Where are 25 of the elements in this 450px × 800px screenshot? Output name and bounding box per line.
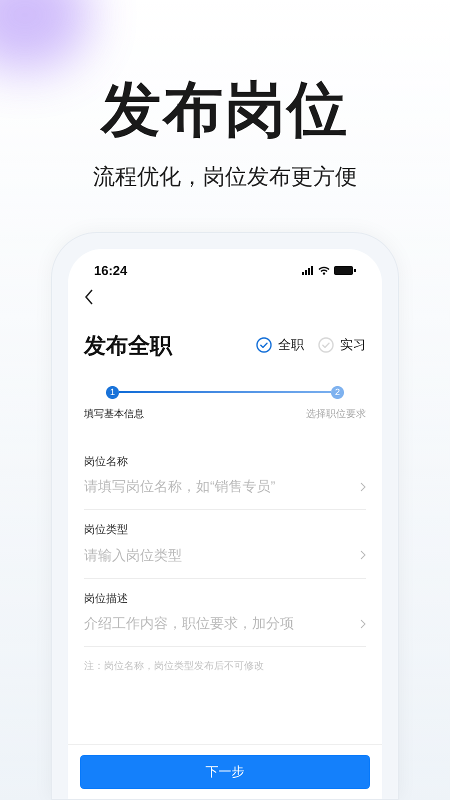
wifi-icon — [318, 266, 330, 276]
page-title: 发布全职 — [84, 332, 172, 360]
chevron-right-icon — [360, 618, 366, 628]
job-type-option[interactable]: 全职 — [256, 335, 304, 355]
chevron-right-icon — [360, 550, 366, 560]
battery-icon — [334, 266, 356, 276]
headline: 发布岗位 — [101, 75, 349, 145]
field-label: 岗位类型 — [84, 523, 129, 538]
job-type-option[interactable]: 实习 — [318, 335, 366, 355]
chevron-right-icon — [360, 482, 366, 492]
subtitle: 流程优化，岗位发布更方便 — [93, 163, 357, 191]
step-label: 填写基本信息 — [84, 408, 144, 422]
note-text: 注：岗位名称，岗位类型发布后不可修改 — [84, 660, 265, 674]
input-field[interactable]: 请输入岗位类型 — [84, 544, 366, 566]
step-number: 2 — [331, 386, 344, 398]
input-field[interactable]: 介绍工作内容，职位要求，加分项 — [84, 613, 366, 634]
next-button[interactable]: 下一步 — [80, 755, 370, 789]
step-label: 选择职位要求 — [306, 408, 366, 422]
signal-icon — [302, 266, 314, 276]
input-field[interactable]: 请填写岗位名称，如“销售专员” — [84, 476, 366, 497]
field-label: 岗位描述 — [84, 592, 129, 606]
status-time: 16:24 — [94, 262, 128, 280]
field-label: 岗位名称 — [84, 454, 129, 470]
step-number: 1 — [106, 386, 119, 398]
back-icon — [84, 288, 94, 304]
